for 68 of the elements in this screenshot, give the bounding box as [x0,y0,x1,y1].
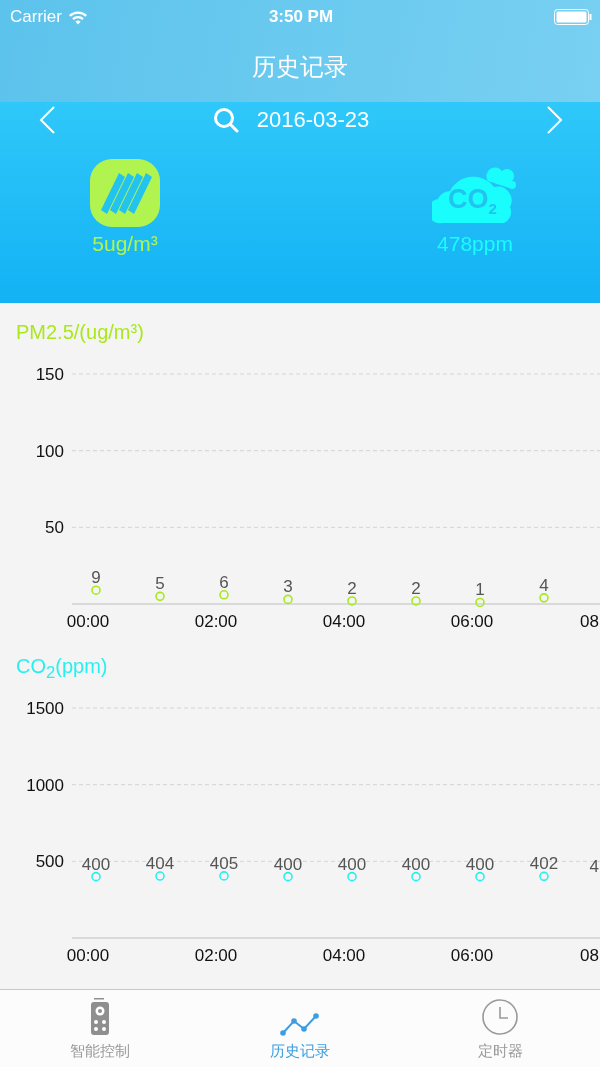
data-label: 9 [91,568,101,587]
reading-value: 5ug/m³ [92,232,158,256]
cloud-label: CO$_{2}$ [448,186,497,217]
data-point [347,871,357,882]
data-label: 400 [273,854,303,874]
tab-item[interactable]: 历史记录 [200,989,400,1067]
carrier-label: Carrier [10,7,62,27]
data-point [219,589,229,600]
data-point [283,871,293,882]
data-point [219,870,229,881]
chart-title: CO$_{2}$(ppm) [15,654,109,684]
data-label: 400 [465,854,495,874]
data-label: 400 [337,854,367,874]
data-label: 405 [209,853,239,873]
data-label: 404 [145,853,175,873]
y-axis-label: 50 [45,518,64,538]
data-point [91,871,101,882]
y-axis-label: 1500 [26,698,64,718]
y-axis-label: 1000 [26,775,64,795]
data-label: 2 [411,578,421,598]
x-axis-label: 06:00 [450,945,494,965]
y-axis-label: 150 [35,364,64,384]
page-title: 历史记录 [252,52,348,82]
x-axis-label: 00:00 [66,945,110,965]
data-point [539,592,549,603]
reading-value: 478ppm [437,232,513,256]
wifi-icon [67,9,88,25]
data-label: 5 [155,574,165,594]
data-label: 2 [347,578,357,598]
x-axis-label: 04:00 [322,945,366,965]
x-axis-label: 08 [580,611,599,631]
y-axis-label: 100 [35,441,64,461]
data-label: 1 [475,580,485,600]
data-point [411,871,421,882]
data-point [411,595,421,606]
search-icon[interactable] [212,107,239,133]
air-filter-icon [89,158,161,228]
tab-item[interactable]: 定时器 [400,989,600,1067]
x-axis-label: 00:00 [66,611,110,631]
data-label: 3 [283,577,293,597]
y-axis-label: 500 [35,852,64,872]
tab-item[interactable]: 智能控制 [0,989,200,1067]
data-point [347,595,357,606]
data-point [155,591,165,601]
x-axis-label: 06:00 [450,611,494,631]
data-point [283,594,293,604]
chart-title: PM2.5/(ug/m³) [15,320,145,345]
data-label: 400 [81,854,111,874]
data-point [475,597,485,608]
x-axis-label: 02:00 [194,945,238,965]
data-point [91,585,101,595]
data-point [539,871,549,881]
x-axis-label: 08 [580,945,599,965]
data-point [155,871,165,881]
x-axis-label: 02:00 [194,611,238,631]
data-label: 402 [529,854,559,874]
data-label: 4 [539,575,549,595]
date-label: 2016-03-23 [256,107,370,133]
remote-control-icon [89,998,111,1036]
clock-time: 3:50 PM [268,7,334,27]
x-axis-label: 04:00 [322,611,366,631]
data-label: 400 [401,854,431,874]
line-chart-icon [280,1012,320,1036]
battery-icon [554,9,592,25]
data-point [475,871,485,882]
data-label: 4 [589,856,599,876]
clock-icon [481,998,519,1036]
data-label: 6 [219,572,229,592]
